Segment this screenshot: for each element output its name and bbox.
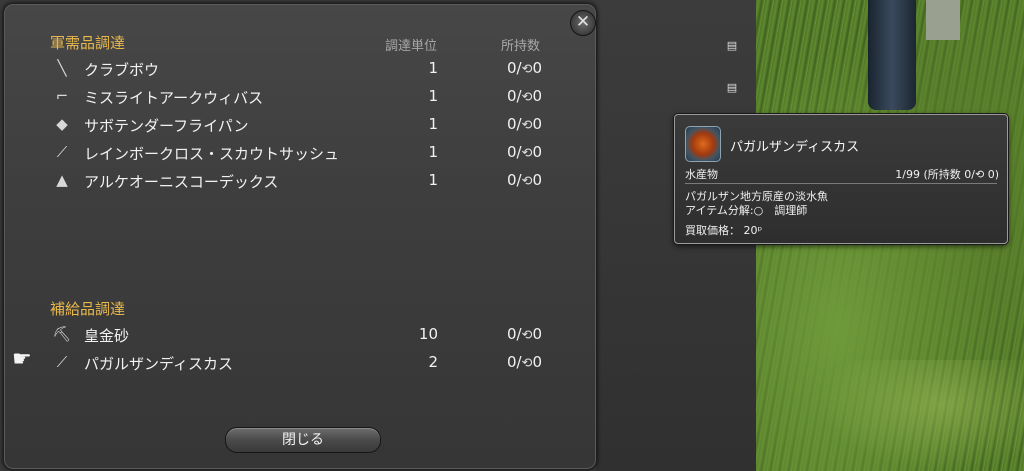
background-character	[868, 0, 916, 110]
item-name: 皇金砂	[84, 327, 130, 345]
supply-row[interactable]: ⛏ 皇金砂 10 0/⟲0	[4, 322, 596, 348]
window-close-icon[interactable]: ✕	[570, 10, 596, 36]
item-unit: 1	[428, 171, 438, 189]
owned-column-header: 所持数	[501, 39, 541, 54]
memo-icon[interactable]: ▤	[726, 82, 738, 94]
military-supply-heading: 軍需品調達	[50, 34, 126, 52]
item-unit: 1	[428, 87, 438, 105]
hq-icon: ⟲	[521, 62, 533, 77]
item-name: ミスライトアークウィバス	[84, 89, 264, 107]
background-stone	[926, 0, 960, 40]
supply-row[interactable]: ╲ クラブボウ 1 0/⟲0	[4, 56, 596, 82]
item-owned: 0/⟲0	[506, 325, 542, 343]
shield-icon: ◆	[56, 115, 68, 133]
item-tooltip: パガルザンディスカス 水産物 1/99 (所持数 0/⟲ 0) パガルザン地方原…	[674, 114, 1008, 244]
tooltip-price: 買取価格： 20ᵖ	[685, 224, 763, 237]
item-owned: 0/⟲0	[506, 59, 542, 77]
item-unit: 10	[418, 325, 438, 343]
item-owned: 0/⟲0	[506, 87, 542, 105]
item-owned: 0/⟲0	[506, 115, 542, 133]
gun-icon: ⌐	[55, 87, 69, 105]
supply-row[interactable]: ◆ サボテンダーフライパン 1 0/⟲0	[4, 112, 596, 138]
item-owned: 0/⟲0	[506, 353, 542, 371]
item-name: アルケオーニスコーデックス	[84, 173, 279, 191]
item-name: クラブボウ	[84, 61, 160, 79]
pickaxe-icon: ⛏	[52, 325, 72, 343]
unit-column-header: 調達単位	[385, 39, 438, 54]
fish-item-icon	[685, 126, 721, 162]
hq-icon: ⟲	[521, 146, 533, 161]
item-unit: 1	[428, 115, 438, 133]
supply-row[interactable]: ▲ アルケオーニスコーデックス 1 0/⟲0	[4, 168, 596, 194]
hq-icon: ⟲	[521, 328, 533, 343]
grand-company-supply-window: ✕ 軍需品調達 調達単位 所持数 ╲ クラブボウ 1 0/⟲0 ⌐ ミスライトア…	[3, 3, 597, 470]
hq-icon: ⟲	[521, 356, 533, 371]
memo-icon[interactable]: ▤	[726, 40, 738, 52]
item-owned: 0/⟲0	[506, 171, 542, 189]
item-name: パガルザンディスカス	[84, 355, 233, 373]
close-button[interactable]: 閉じる	[225, 427, 381, 453]
supply-row[interactable]: ⟋ レインボークロス・スカウトサッシュ 1 0/⟲0	[4, 140, 596, 166]
bow-icon: ╲	[57, 59, 67, 77]
supply-row[interactable]: ⌐ ミスライトアークウィバス 1 0/⟲0	[4, 84, 596, 110]
pointer-hand-icon: ☛	[12, 347, 32, 372]
fish-icon: ⟋	[56, 353, 68, 371]
tooltip-item-name: パガルザンディスカス	[730, 140, 860, 155]
item-unit: 2	[428, 353, 438, 371]
hq-icon: ⟲	[521, 174, 533, 189]
book-icon: ▲	[56, 171, 68, 189]
item-owned: 0/⟲0	[506, 143, 542, 161]
sash-icon: ⟋	[56, 143, 68, 161]
supply-heading: 補給品調達	[50, 300, 126, 318]
tooltip-divider	[685, 183, 997, 184]
item-unit: 1	[428, 59, 438, 77]
item-name: レインボークロス・スカウトサッシュ	[84, 145, 340, 163]
tooltip-category: 水産物	[685, 168, 718, 181]
hq-icon: ⟲	[521, 118, 533, 133]
tooltip-stack: 1/99 (所持数 0/⟲ 0)	[895, 168, 999, 181]
background-shrub	[820, 360, 1024, 471]
item-name: サボテンダーフライパン	[84, 117, 249, 135]
tooltip-desynthesis: アイテム分解:○ 調理師	[685, 204, 808, 217]
hq-icon: ⟲	[521, 90, 533, 105]
item-unit: 1	[428, 143, 438, 161]
supply-row[interactable]: ⟋ パガルザンディスカス 2 0/⟲0	[4, 350, 596, 376]
